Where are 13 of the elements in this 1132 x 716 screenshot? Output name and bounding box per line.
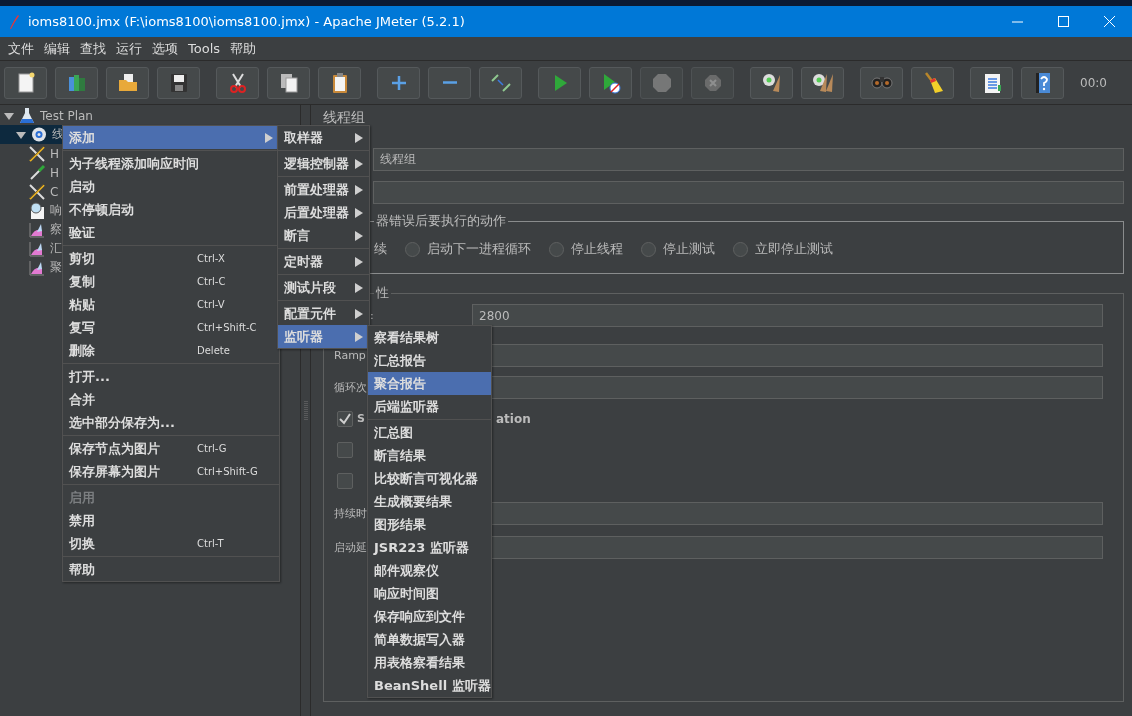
checkbox-label: S [357,412,365,425]
panel-title: 线程组 [323,109,366,125]
group-legend: 性 [374,284,391,302]
field-label: Ramp [334,349,366,362]
field-label: 持续时 [334,506,367,521]
window-title: ioms8100.jmx (F:\ioms8100\ioms8100.jmx) - Apache JMeter (5.2.1) [28,14,466,29]
elapsed-time: 00:0 [1080,75,1107,90]
field-label: : [370,309,374,322]
radio-label: 续 [374,240,387,258]
field-label: 启动延 [334,540,367,555]
field-label: 循环次 [334,380,367,395]
group-legend: 器错误后要执行的动作 [374,212,508,230]
checkbox-label: ation [495,411,531,426]
